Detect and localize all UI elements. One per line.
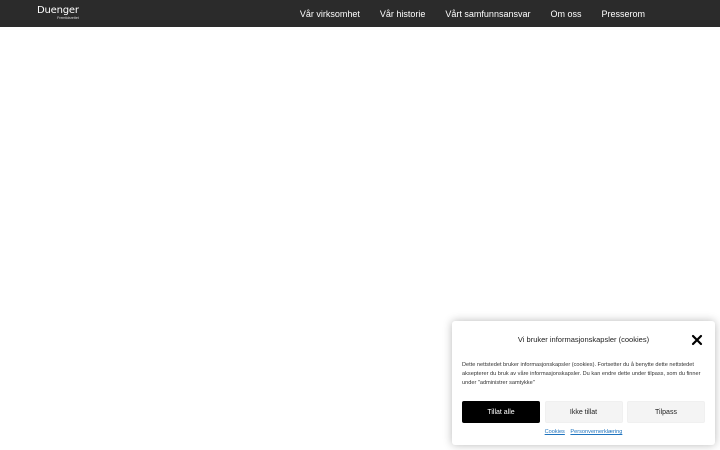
cookie-banner-title: Vi bruker informasjonskapsler (cookies) — [517, 335, 650, 344]
accept-all-button[interactable]: Tillat alle — [462, 401, 540, 423]
site-logo[interactable]: Duenger Fremtidsrettet — [37, 6, 79, 21]
close-icon-graphic — [691, 334, 703, 346]
deny-button[interactable]: Ikke tillat — [544, 401, 623, 423]
nav-item-presserom[interactable]: Presserom — [601, 9, 645, 19]
cookie-banner-text: Dette nettstedet bruker informasjonskaps… — [462, 362, 701, 386]
main-nav: Vår virksomhet Vår historie Vårt samfunn… — [300, 0, 645, 27]
nav-item-var-historie[interactable]: Vår historie — [380, 9, 426, 19]
cookies-link[interactable]: Cookies — [545, 429, 565, 435]
nav-item-var-virksomhet[interactable]: Vår virksomhet — [300, 9, 360, 19]
logo-subtext: Fremtidsrettet — [57, 16, 79, 20]
site-header: Duenger Fremtidsrettet Vår virksomhet Vå… — [0, 0, 720, 27]
cookie-banner-links: Cookies Personvernerklæring — [452, 429, 715, 435]
nav-item-om-oss[interactable]: Om oss — [550, 9, 581, 19]
close-icon[interactable] — [691, 333, 703, 346]
privacy-policy-link[interactable]: Personvernerklæring — [570, 429, 622, 435]
cookie-button-row: Tillat alle Ikke tillat Tilpass — [462, 401, 705, 423]
cookie-consent-banner: Vi bruker informasjonskapsler (cookies) … — [452, 321, 715, 445]
nav-item-vart-samfunnsansvar[interactable]: Vårt samfunnsansvar — [445, 9, 530, 19]
customize-button[interactable]: Tilpass — [627, 401, 705, 423]
logo-text: Duenger — [37, 5, 79, 16]
